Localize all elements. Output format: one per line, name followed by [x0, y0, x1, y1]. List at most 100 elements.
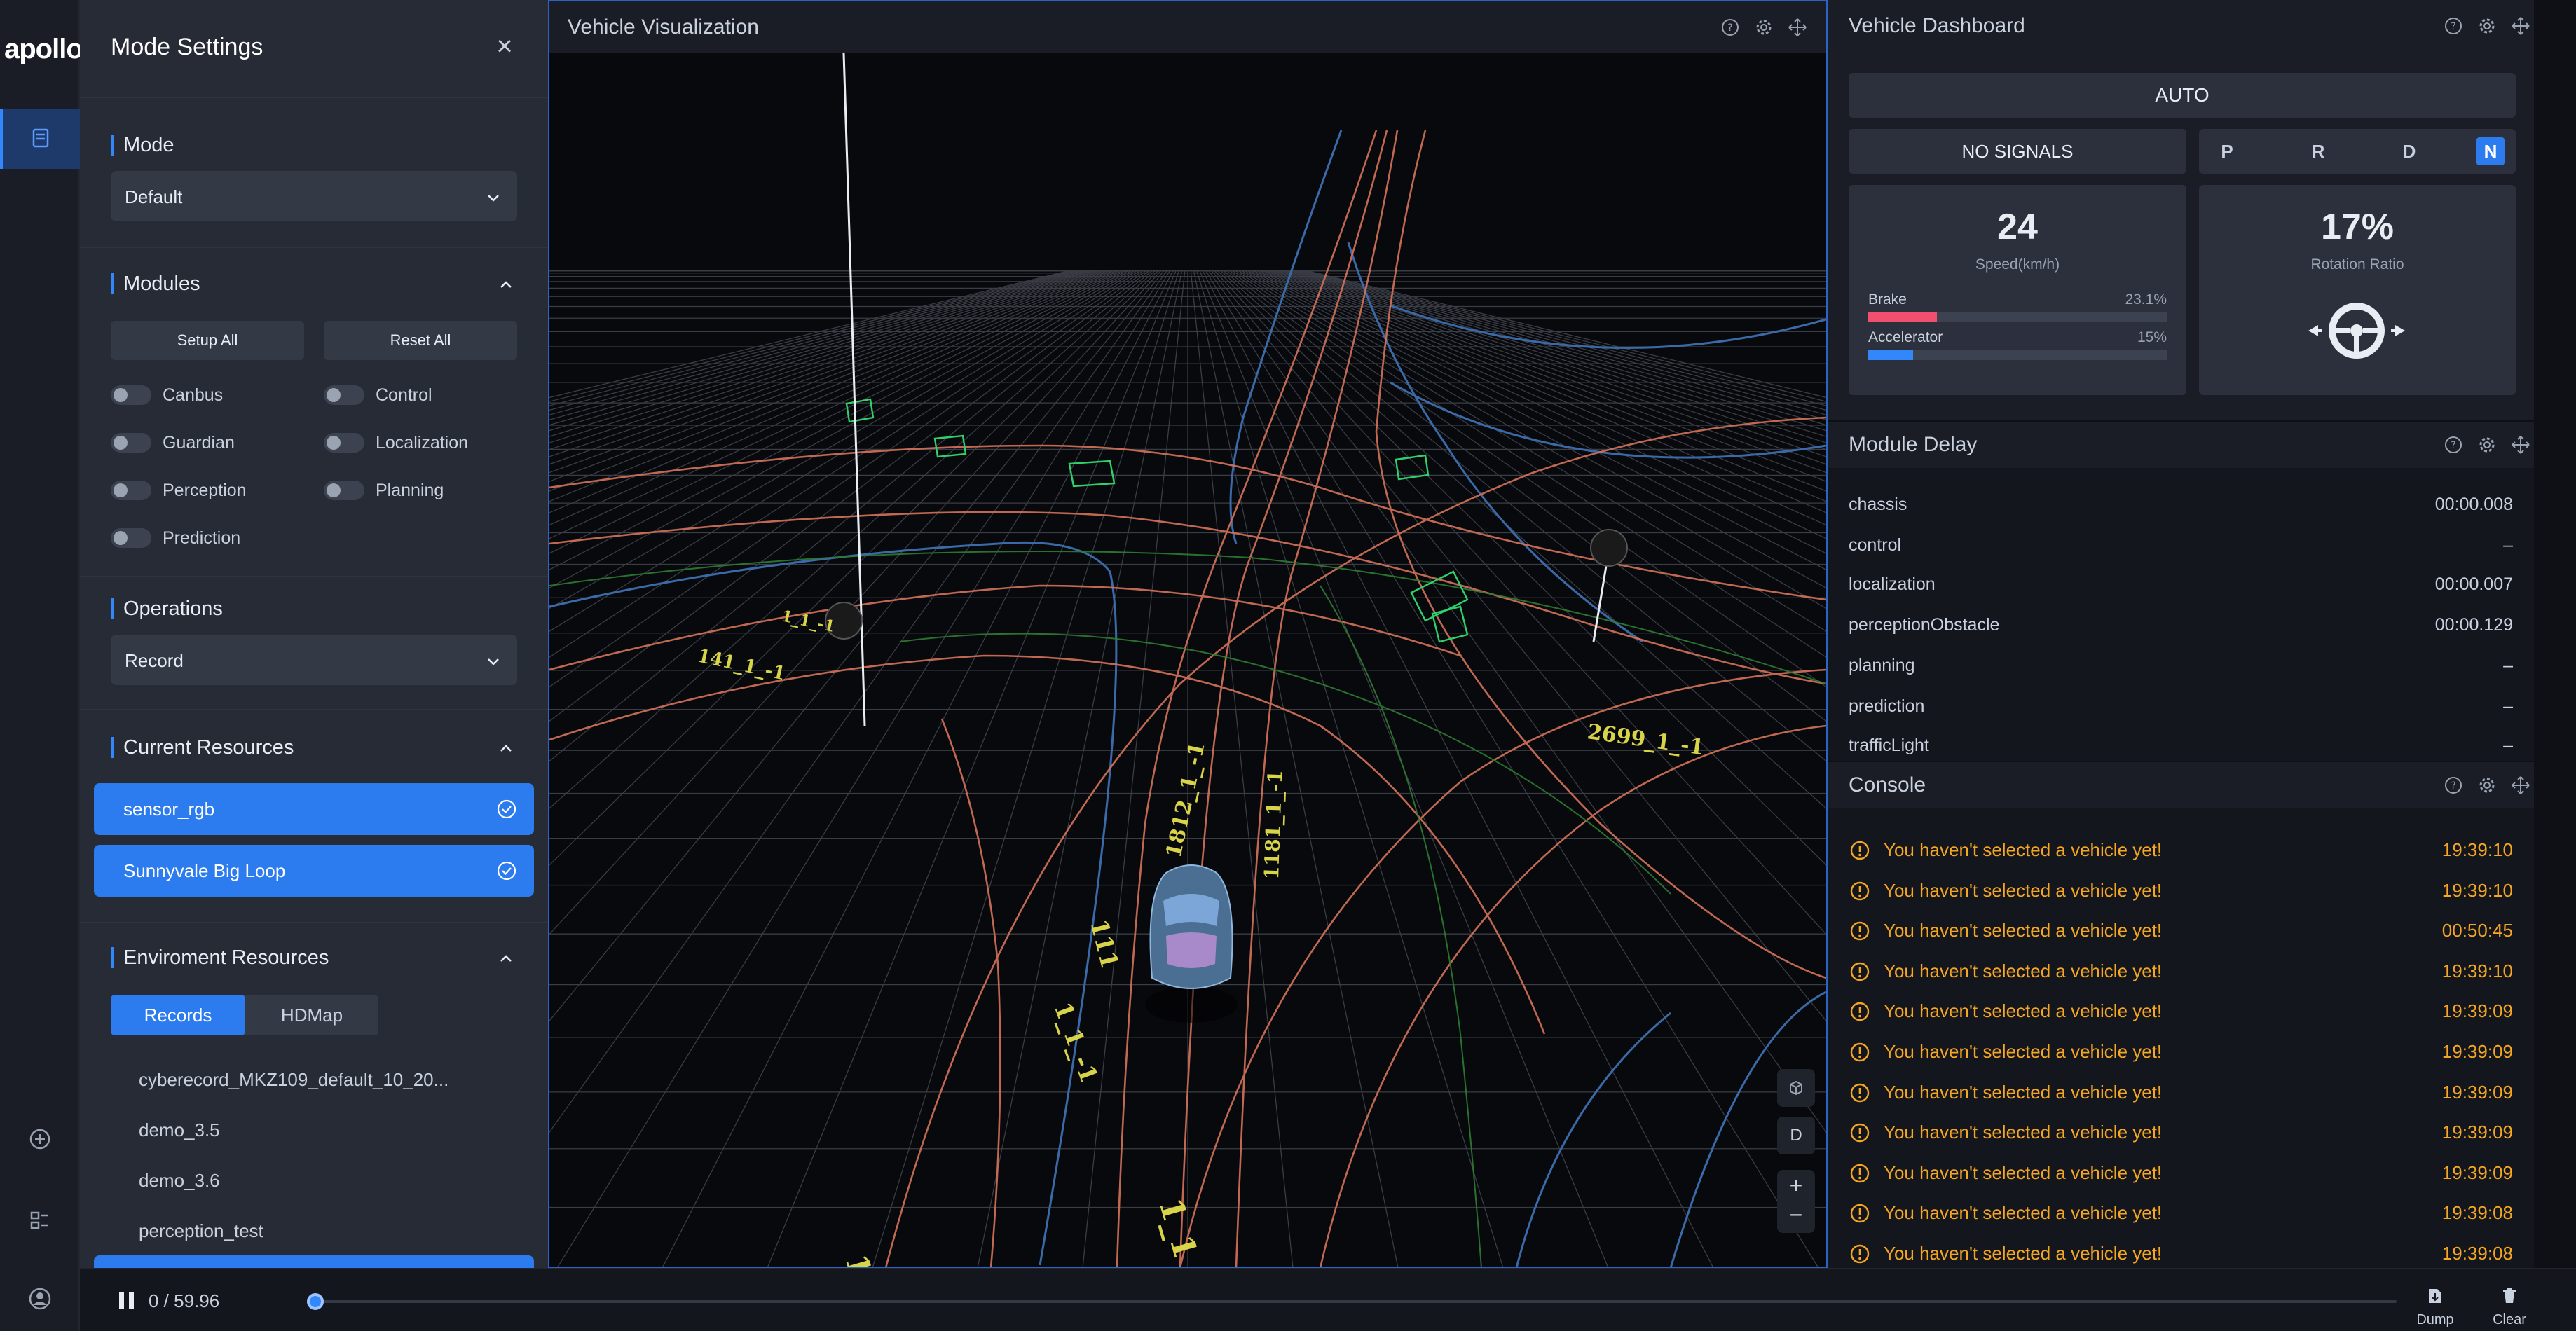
- module-label: Perception: [163, 481, 247, 500]
- tab-records[interactable]: Records: [111, 995, 245, 1035]
- warning-icon: [1850, 921, 1870, 941]
- current-resources-title: Current Resources: [111, 737, 294, 758]
- toggle-switch[interactable]: [111, 433, 151, 453]
- message-time: 19:39:10: [2441, 879, 2513, 901]
- operations-select-value: Record: [125, 650, 184, 671]
- divider: [80, 709, 548, 710]
- ego-vehicle: [1145, 864, 1238, 1023]
- gear-icon[interactable]: [2476, 775, 2498, 796]
- user-avatar-icon[interactable]: [26, 1285, 54, 1313]
- gear-icon[interactable]: [2476, 15, 2498, 36]
- toggle-switch[interactable]: [111, 385, 151, 405]
- view-reset-button[interactable]: [1777, 1069, 1815, 1107]
- svg-text:?: ?: [2451, 780, 2455, 792]
- trash-icon: [2503, 1288, 2516, 1303]
- message-time: 00:50:45: [2441, 920, 2513, 942]
- zoom-in-button[interactable]: +: [1777, 1171, 1815, 1199]
- gear-icon[interactable]: [1753, 17, 1774, 38]
- toggle-switch[interactable]: [324, 433, 364, 453]
- delay-row: control –: [1849, 535, 2513, 563]
- delay-row: planning –: [1849, 656, 2513, 684]
- rail-item-mode-settings[interactable]: [0, 109, 80, 169]
- reset-all-button[interactable]: Reset All: [324, 321, 517, 360]
- panel-title: Module Delay: [1849, 433, 1978, 456]
- rotation-card: 17% Rotation Ratio: [2199, 185, 2516, 395]
- module-name: localization: [1849, 574, 1936, 594]
- panel-title: Console: [1849, 773, 1926, 796]
- clear-button[interactable]: Clear: [2485, 1285, 2534, 1328]
- panel-title: Vehicle Dashboard: [1849, 14, 2025, 37]
- driving-mode-badge: AUTO: [1849, 73, 2516, 118]
- mode-settings-panel: Mode Settings × Mode Default Modules Set…: [80, 0, 548, 1268]
- playback-time: 0 / 59.96: [149, 1290, 220, 1311]
- record-item-selected[interactable]: [94, 1255, 534, 1268]
- record-item[interactable]: cyberecord_MKZ109_default_10_20...: [139, 1069, 448, 1091]
- zoom-out-button[interactable]: −: [1777, 1201, 1815, 1229]
- move-icon[interactable]: [1787, 17, 1808, 38]
- chevron-up-icon[interactable]: [498, 740, 514, 757]
- toggle-switch[interactable]: [111, 528, 151, 548]
- help-icon[interactable]: ?: [1720, 17, 1741, 38]
- chevron-up-icon[interactable]: [498, 276, 514, 293]
- progress-track[interactable]: [315, 1300, 2397, 1303]
- cube-view-icon: [1790, 1080, 1802, 1096]
- message-time: 19:39:10: [2441, 839, 2513, 860]
- help-icon[interactable]: ?: [2443, 775, 2464, 796]
- message-time: 19:39:09: [2441, 1081, 2513, 1103]
- panel-title: Mode Settings: [111, 34, 263, 60]
- operations-select[interactable]: Record: [111, 635, 517, 685]
- accelerator-bar: [1868, 350, 2167, 360]
- chevron-down-icon: [488, 658, 499, 666]
- setup-all-button[interactable]: Setup All: [111, 321, 304, 360]
- dump-button[interactable]: Dump: [2411, 1285, 2460, 1328]
- toggle-switch[interactable]: [324, 385, 364, 405]
- record-item[interactable]: demo_3.5: [139, 1119, 220, 1141]
- move-icon[interactable]: [2510, 15, 2531, 36]
- environment-resources-title: Enviroment Resources: [111, 947, 329, 968]
- help-icon[interactable]: ?: [2443, 15, 2464, 36]
- resource-manager-icon[interactable]: [26, 1206, 54, 1234]
- message-text: You haven't selected a vehicle yet!: [1884, 1202, 2163, 1224]
- message-time: 19:39:10: [2441, 960, 2513, 981]
- accelerator-label: Accelerator: [1868, 329, 1943, 345]
- environment-tabs: Records HDMap: [111, 995, 378, 1035]
- toggle-switch[interactable]: [111, 481, 151, 500]
- rotation-label: Rotation Ratio: [2310, 256, 2404, 273]
- record-item[interactable]: perception_test: [139, 1220, 263, 1242]
- add-circle-icon[interactable]: [26, 1125, 54, 1153]
- 3d-scene-canvas[interactable]: 141_1_-1 1_1_-1 1812_1_-1 1181_1_-1 2699…: [549, 53, 1826, 1268]
- resource-item-sunnyvale-big-loop[interactable]: Sunnyvale Big Loop: [94, 845, 534, 897]
- mode-select-value: Default: [125, 186, 183, 207]
- help-icon[interactable]: ?: [2443, 434, 2464, 455]
- console-message: You haven't selected a vehicle yet! 19:39…: [1849, 1159, 2513, 1187]
- gear-icon[interactable]: [2476, 434, 2498, 455]
- delay-value: 00:00.129: [2434, 615, 2513, 635]
- close-icon[interactable]: ×: [491, 32, 519, 60]
- svg-text:?: ?: [2451, 440, 2455, 451]
- document-icon: [32, 128, 49, 148]
- vehicle-dashboard-panel: Vehicle Dashboard ? AUTO NO SIGNALS P R …: [1828, 0, 2534, 420]
- module-name: control: [1849, 535, 1902, 555]
- message-time: 19:39:08: [2441, 1202, 2513, 1224]
- record-item[interactable]: demo_3.6: [139, 1170, 220, 1192]
- warning-icon: [1850, 1042, 1870, 1062]
- toggle-switch[interactable]: [324, 481, 364, 500]
- progress-knob[interactable]: [307, 1293, 324, 1310]
- gear-n: N: [2476, 137, 2505, 165]
- mode-select[interactable]: Default: [111, 171, 517, 221]
- panel-header: [1828, 762, 2534, 808]
- download-icon: [2429, 1289, 2441, 1303]
- clear-label: Clear: [2493, 1312, 2526, 1327]
- move-icon[interactable]: [2510, 775, 2531, 796]
- delay-row: localization 00:00.007: [1849, 574, 2513, 602]
- pause-icon[interactable]: [115, 1289, 139, 1313]
- move-icon[interactable]: [2510, 434, 2531, 455]
- check-circle-icon: [497, 861, 516, 881]
- tab-hdmap[interactable]: HDMap: [245, 995, 378, 1035]
- resource-item-sensor-rgb[interactable]: sensor_rgb: [94, 783, 534, 835]
- chevron-up-icon[interactable]: [498, 950, 514, 967]
- console-message: You haven't selected a vehicle yet! 00:50…: [1849, 917, 2513, 945]
- message-time: 19:39:09: [2441, 1122, 2513, 1143]
- warning-icon: [1850, 841, 1870, 860]
- view-mode-button[interactable]: D: [1777, 1117, 1815, 1154]
